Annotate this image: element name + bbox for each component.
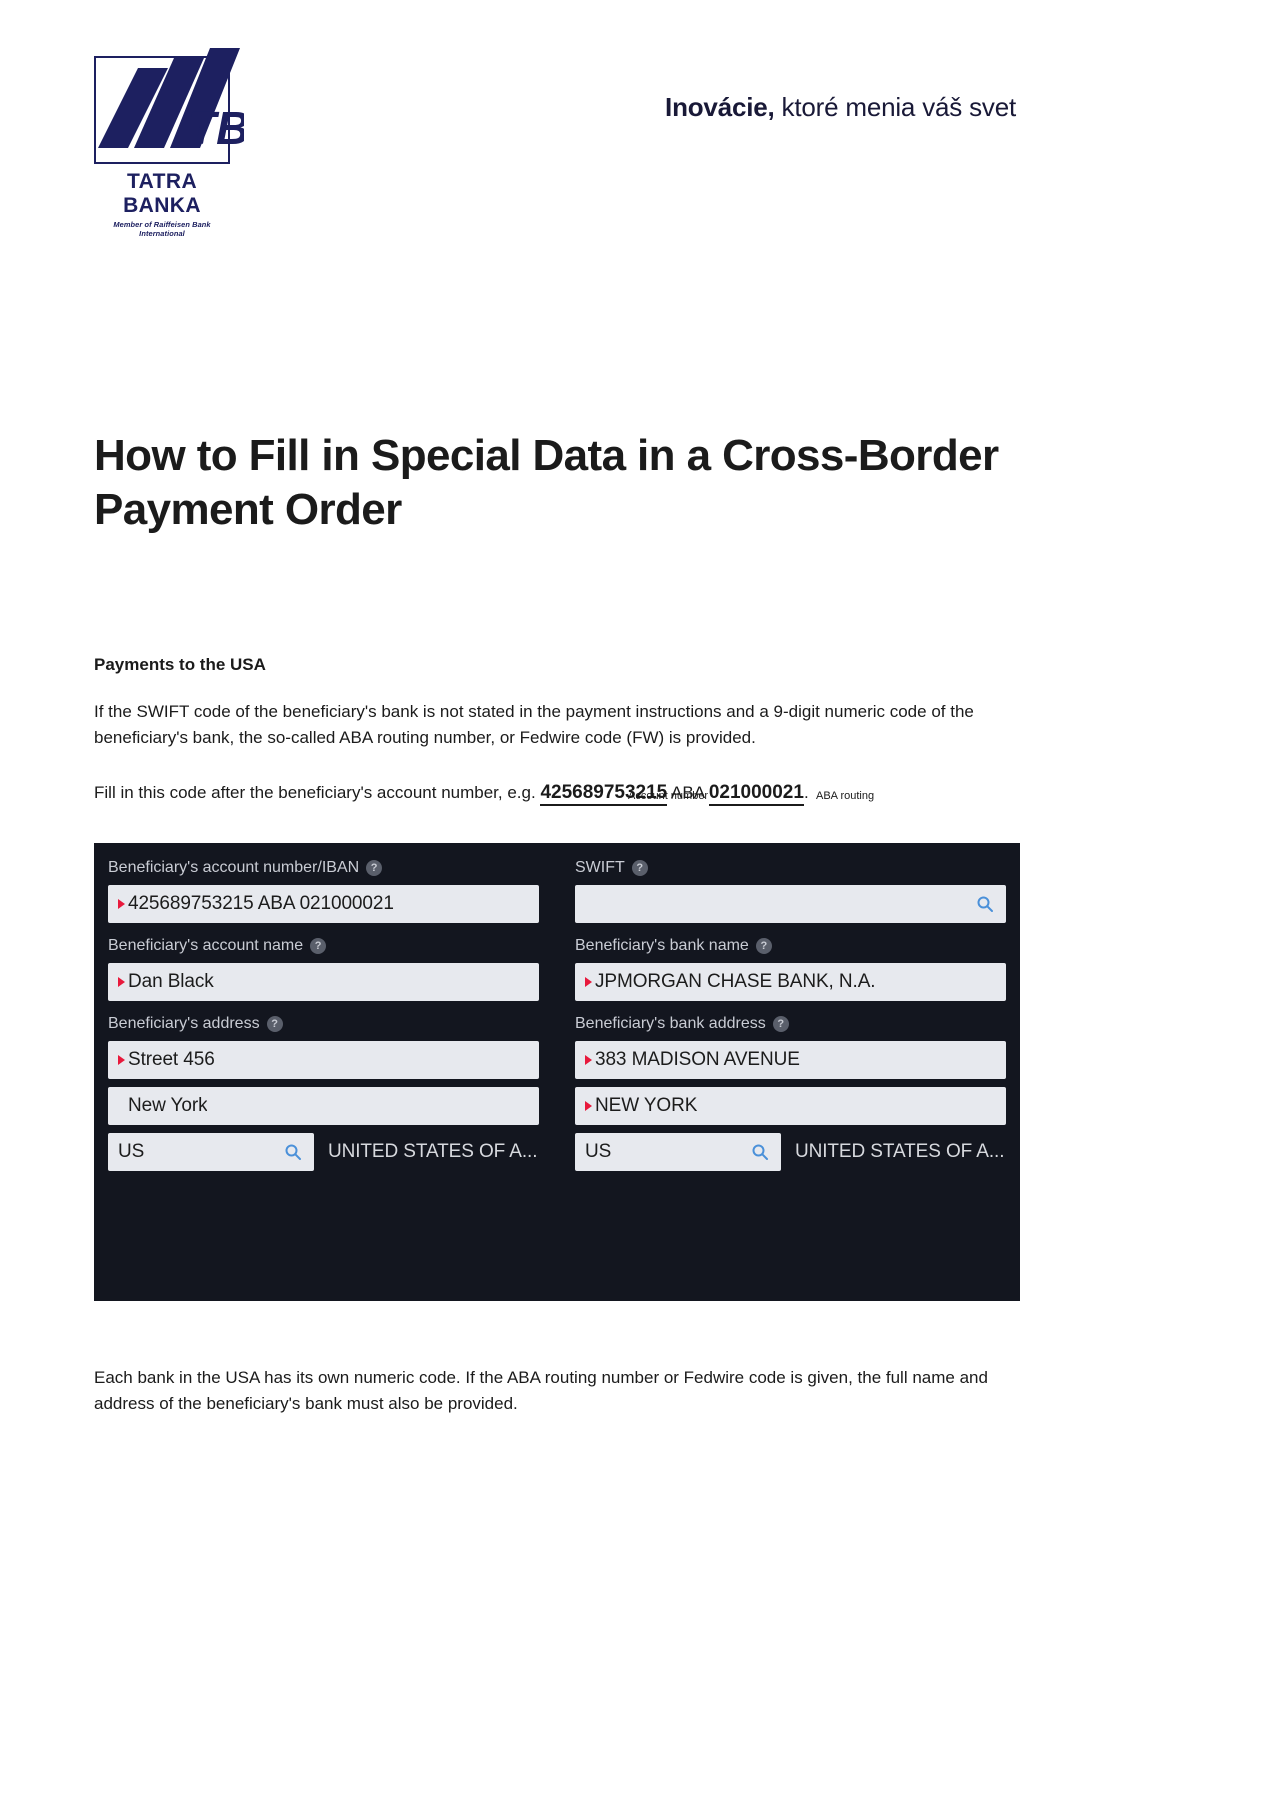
logo-subtitle: Member of Raiffeisen Bank International [113, 220, 211, 238]
logo-mark: TB [94, 48, 244, 164]
label-beneficiary-address: Beneficiary's address ? [108, 1013, 539, 1035]
beneficiary-country-code-input[interactable]: US [108, 1133, 314, 1171]
label-bank-address: Beneficiary's bank address ? [575, 1013, 1006, 1035]
bank-street-input[interactable]: 383 MADISON AVENUE [575, 1041, 1006, 1079]
label-bank-name: Beneficiary's bank name ? [575, 935, 1006, 957]
form-column-beneficiary: Beneficiary's account number/IBAN ? 4256… [94, 857, 553, 1171]
bank-name-input[interactable]: JPMORGAN CHASE BANK, N.A. [575, 963, 1006, 1001]
label-account-name: Beneficiary's account name ? [108, 935, 539, 957]
section-heading: Payments to the USA [94, 655, 266, 674]
bank-country-name: UNITED STATES OF A... [795, 1141, 1005, 1162]
beneficiary-street-input[interactable]: Street 456 [108, 1041, 539, 1079]
document-page: TB TATRA BANKA Member of Raiffeisen Bank… [0, 0, 1280, 1810]
account-name-input[interactable]: Dan Black [108, 963, 539, 1001]
label-account-number-text: Beneficiary's account number/IBAN [108, 859, 360, 876]
beneficiary-country-code-value: US [118, 1141, 145, 1162]
account-name-value: Dan Black [128, 971, 214, 992]
help-icon[interactable]: ? [310, 938, 327, 954]
required-marker-icon [585, 977, 592, 987]
bank-name-value: JPMORGAN CHASE BANK, N.A. [595, 971, 876, 992]
bank-country-row: US UNITED STATES OF A... [575, 1133, 1006, 1171]
bank-city-value: NEW YORK [595, 1095, 698, 1116]
help-icon[interactable]: ? [772, 1016, 789, 1032]
label-swift: SWIFT ? [575, 857, 1006, 879]
beneficiary-city-value: New York [128, 1095, 208, 1116]
logo-wordmark: TATRA BANKA [123, 170, 201, 217]
help-icon[interactable]: ? [631, 860, 648, 876]
required-marker-icon [585, 1101, 592, 1111]
required-marker-icon [585, 1055, 592, 1065]
required-marker-icon [118, 899, 125, 909]
swift-input[interactable] [575, 885, 1006, 923]
brand-tagline: Inovácie, ktoré menia váš svet [665, 92, 1016, 123]
label-swift-text: SWIFT [575, 859, 625, 876]
required-marker-icon [118, 977, 125, 987]
page-title: How to Fill in Special Data in a Cross-B… [94, 431, 999, 535]
label-beneficiary-address-text: Beneficiary's address [108, 1015, 260, 1032]
help-icon[interactable]: ? [366, 860, 383, 876]
label-account-number: Beneficiary's account number/IBAN ? [108, 857, 539, 879]
tatra-banka-logo: TB TATRA BANKA Member of Raiffeisen Bank… [94, 48, 244, 238]
label-bank-address-text: Beneficiary's bank address [575, 1015, 766, 1032]
help-icon[interactable]: ? [755, 938, 772, 954]
tagline-bold: Inovácie, [665, 92, 775, 122]
search-icon[interactable] [751, 1143, 769, 1161]
logo-tb-text: TB [188, 102, 244, 154]
label-account-name-text: Beneficiary's account name [108, 937, 304, 954]
beneficiary-country-name: UNITED STATES OF A... [328, 1141, 538, 1162]
account-number-input[interactable]: 425689753215 ABA 021000021 [108, 885, 539, 923]
bank-street-value: 383 MADISON AVENUE [595, 1049, 800, 1070]
closing-paragraph: Each bank in the USA has its own numeric… [94, 1368, 988, 1413]
example-captions: Account number ABA routing [94, 790, 1054, 806]
form-column-bank: SWIFT ? Beneficiary's bank name ? JPMORG… [561, 857, 1020, 1171]
required-marker-icon [118, 1055, 125, 1065]
beneficiary-city-input[interactable]: New York [108, 1087, 539, 1125]
intro-paragraph: If the SWIFT code of the beneficiary's b… [94, 702, 974, 747]
bank-city-input[interactable]: NEW YORK [575, 1087, 1006, 1125]
label-bank-name-text: Beneficiary's bank name [575, 937, 749, 954]
search-icon[interactable] [976, 895, 994, 913]
page-header: TB TATRA BANKA Member of Raiffeisen Bank… [0, 0, 1280, 240]
tagline-rest: ktoré menia váš svet [774, 92, 1017, 122]
beneficiary-country-row: US UNITED STATES OF A... [108, 1133, 539, 1171]
account-number-value: 425689753215 ABA 021000021 [128, 893, 394, 914]
beneficiary-street-value: Street 456 [128, 1049, 215, 1070]
bank-country-code-value: US [585, 1141, 612, 1162]
help-icon[interactable]: ? [266, 1016, 283, 1032]
bank-country-code-input[interactable]: US [575, 1133, 781, 1171]
search-icon[interactable] [284, 1143, 302, 1161]
logo-stripes-icon: TB [98, 48, 244, 154]
payment-form-screenshot: Beneficiary's account number/IBAN ? 4256… [94, 843, 1020, 1301]
caption-aba-routing: ABA routing [816, 790, 875, 802]
caption-account-number: Account number [628, 790, 709, 802]
